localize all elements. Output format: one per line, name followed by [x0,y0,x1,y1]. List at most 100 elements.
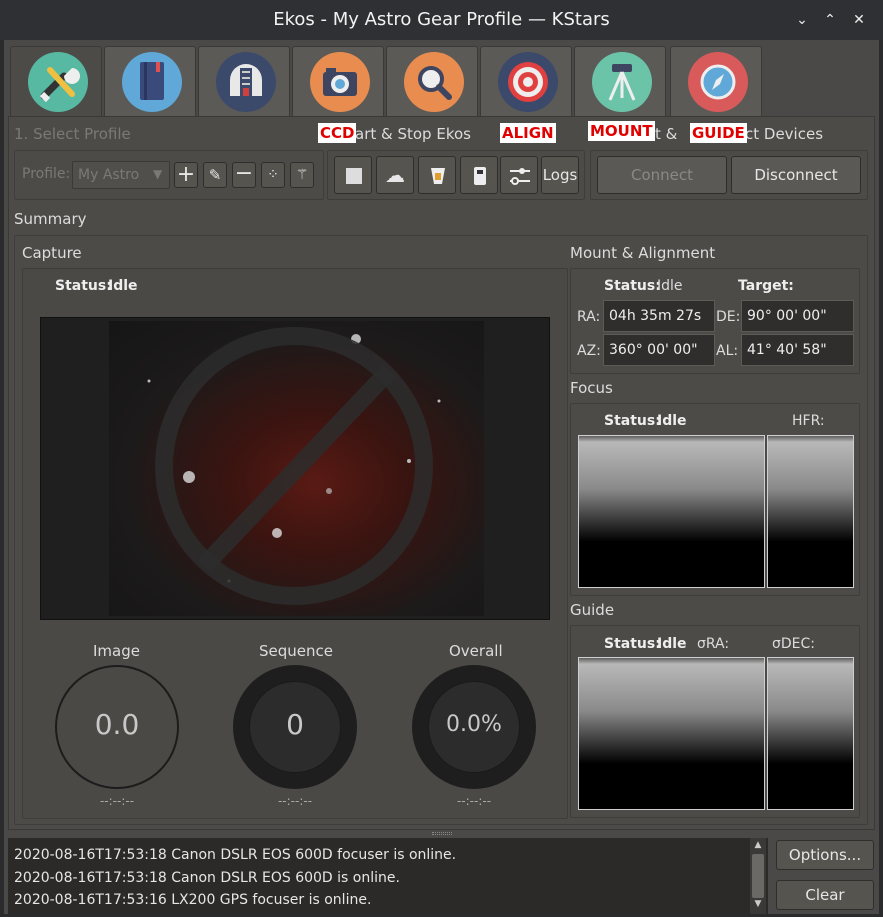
tab-scheduler[interactable] [104,46,196,116]
remove-profile-button[interactable]: − [232,162,256,188]
focus-status-key: Status: [604,413,661,429]
maximize-icon[interactable]: ⌃ [820,10,840,30]
scroll-thumb[interactable] [752,854,764,898]
sliders-icon [510,168,530,185]
observatory-dome-icon [216,52,276,112]
target-label: Target: [738,278,794,294]
guide-status-value: Idle [657,636,687,652]
horsehead-nebula-image [109,321,484,616]
guide-label: Guide [570,601,615,619]
magic-wand-icon: ⚚ [295,167,309,183]
sequence-time: --:--:-- [277,794,313,808]
splitter-handle[interactable] [432,832,452,835]
save-button[interactable] [460,156,498,194]
overall-gauge-value: 0.0% [446,712,502,737]
capture-status-key: Status: [55,278,112,294]
target-icon [498,52,558,112]
usb-drive-icon [474,167,486,185]
port-selector-button[interactable] [500,156,538,194]
connect-button[interactable]: Connect [597,156,727,194]
compass-icon [688,52,748,112]
ekos-live-button[interactable] [418,156,456,194]
minimize-icon[interactable]: ⌄ [792,10,812,30]
capture-status-value: Idle [108,278,138,294]
notebook-icon [122,52,182,112]
focus-hfr-plot [767,435,854,588]
focus-star-image [578,435,765,588]
hfr-label: HFR: [792,413,825,429]
clear-button[interactable]: Clear [776,880,874,910]
stop-square-icon [346,168,362,184]
edit-profile-button[interactable]: ✎ [203,162,227,188]
stop-ekos-button[interactable] [334,156,372,194]
image-time: --:--:-- [99,794,135,808]
scroll-down-icon[interactable]: ▼ [752,899,764,911]
capture-label: Capture [22,244,82,262]
align-annotation: ALIGN [500,123,556,143]
chevron-down-icon: ▼ [153,167,163,181]
connect-devices-label-b: ct Devices [745,125,824,143]
al-label: AL: [716,343,739,359]
tab-mount[interactable] [574,46,666,116]
capture-preview [40,317,550,620]
camera-icon [310,52,370,112]
image-gauge-label: Image [93,642,140,660]
profile-select[interactable]: My Astro ▼ [72,161,170,189]
guide-annotation: GUIDE [690,123,747,143]
tripod-icon [592,52,652,112]
sequence-gauge-value: 0 [286,708,304,741]
az-label: AZ: [577,343,601,359]
de-label: DE: [716,309,741,325]
scroll-up-icon[interactable]: ▲ [752,840,764,852]
connect-devices-label-a: t & [655,125,678,143]
cloud-button[interactable]: ☁ [376,156,414,194]
start-stop-label: art & Stop Ekos [355,125,471,143]
sigma-ra-label: σRA: [697,636,730,652]
tab-align[interactable] [480,46,572,116]
de-value: 90° 00' 00" [741,300,854,332]
tab-capture[interactable] [292,46,384,116]
overall-gauge-label: Overall [449,642,503,660]
ccd-annotation: CCD [318,123,357,143]
guide-drift-plot [767,657,854,810]
tab-observatory[interactable] [198,46,290,116]
sigma-dec-label: σDEC: [772,636,815,652]
profile-select-value: My Astro [78,167,140,183]
focus-status-value: Idle [657,413,687,429]
log-scrollbar[interactable]: ▲ ▼ [750,838,766,914]
focus-label: Focus [570,379,613,397]
log-line: 2020-08-16T17:53:18 Canon DSLR EOS 600D … [14,870,400,886]
logs-button[interactable]: Logs [541,156,579,194]
mount-status-value: Idle [657,278,683,294]
no-image-icon [147,327,441,605]
tab-focus[interactable] [386,46,478,116]
overall-time: --:--:-- [456,794,492,808]
tab-guide[interactable] [670,46,762,116]
select-profile-label: 1. Select Profile [14,125,131,143]
document-icon [431,168,445,184]
mount-status-key: Status: [604,278,661,294]
guide-star-image [578,657,765,810]
log-line: 2020-08-16T17:53:16 LX200 GPS focuser is… [14,892,372,908]
mount-alignment-label: Mount & Alignment [570,244,716,262]
ra-value: 04h 35m 27s [603,300,715,332]
summary-label: Summary [14,210,87,228]
options-button[interactable]: Options... [776,840,874,870]
cloud-icon: ☁ [385,163,405,187]
profile-wizard-button[interactable]: ⚚ [290,162,314,188]
magnifier-icon [404,52,464,112]
profile-label: Profile: [22,166,71,182]
az-value: 360° 00' 00" [603,334,715,366]
add-profile-button[interactable]: + [174,162,198,188]
pencil-icon: ✎ [208,166,222,184]
disconnect-button[interactable]: Disconnect [731,156,861,194]
close-icon[interactable]: ✕ [849,10,869,30]
window-title: Ekos - My Astro Gear Profile — KStars [273,9,610,30]
log-line: 2020-08-16T17:53:18 Canon DSLR EOS 600D … [14,847,457,863]
sequence-gauge-label: Sequence [259,642,333,660]
tab-setup[interactable] [10,46,102,118]
image-gauge-value: 0.0 [94,708,140,741]
guide-status-key: Status: [604,636,661,652]
profile-scripts-button[interactable]: ⁘ [261,162,285,188]
al-value: 41° 40' 58" [741,334,854,366]
